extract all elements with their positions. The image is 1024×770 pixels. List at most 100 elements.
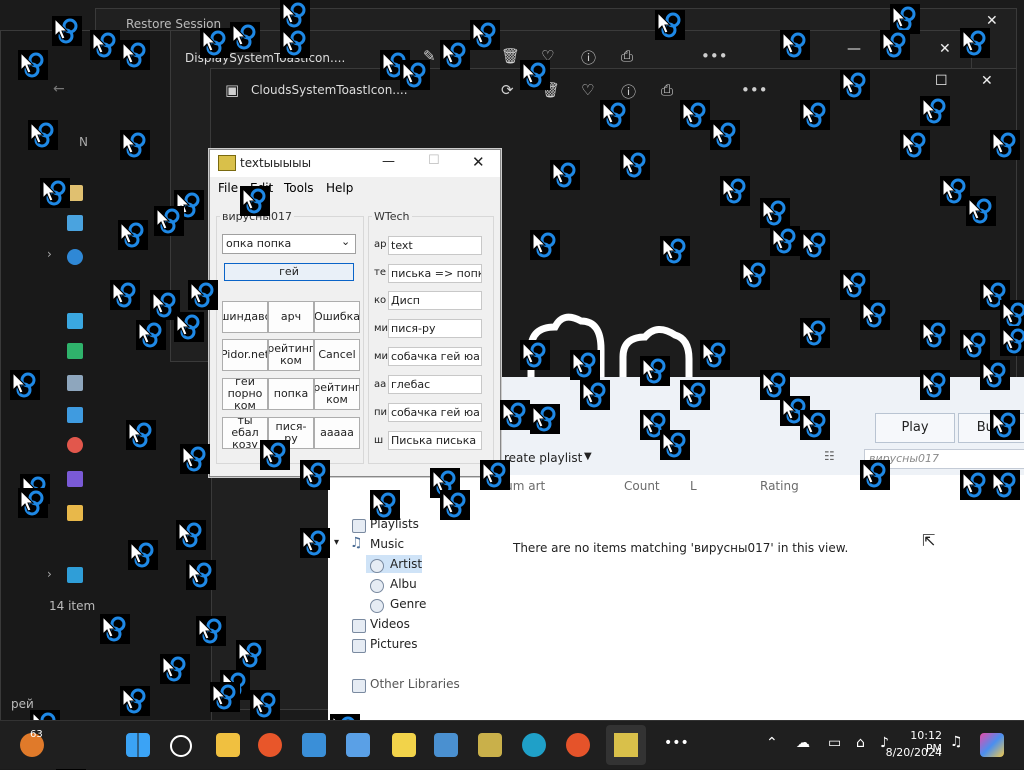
field-input[interactable]: text [388,236,482,255]
display-icon[interactable]: ▭ [828,735,841,751]
downloads-icon[interactable] [67,343,83,359]
info-icon[interactable]: ⓘ [581,47,596,68]
folder-icon[interactable] [67,505,83,521]
library-music[interactable]: Music [370,537,404,551]
toolbox-icon[interactable] [478,733,502,757]
network-icon[interactable]: ☁ [796,735,810,751]
field-input[interactable]: собачка гей юа [388,403,482,422]
genre-icon [370,599,384,613]
cursor-busy-icon [532,405,556,432]
more-icon[interactable]: ••• [701,47,728,65]
firefox-icon[interactable] [258,733,282,757]
documents-icon[interactable] [67,375,83,391]
create-playlist-button[interactable]: reate playlist [504,451,582,465]
library-album[interactable]: Albu [390,577,417,591]
chevron-right-icon[interactable]: › [47,247,52,261]
delete-icon[interactable]: 🗑 [501,47,520,65]
chevron-down-icon[interactable]: ▾ [334,537,339,548]
cursor-busy-icon [20,51,44,78]
maximize-icon[interactable]: ☐ [428,153,440,168]
close-icon[interactable]: ✕ [472,153,485,171]
cursor-busy-icon [532,231,556,258]
close-icon[interactable]: ✕ [939,41,951,57]
button-6[interactable]: Cancel [314,339,360,371]
photos-icon[interactable] [302,733,326,757]
button-3[interactable]: Ошибка [314,301,360,333]
active-app-highlight[interactable] [606,725,646,765]
onedrive-icon[interactable] [67,249,83,265]
combo-box[interactable]: опка попка ⌄ [222,234,356,254]
clock-date[interactable]: 8/20/2024 [884,746,942,759]
button-2[interactable]: арч [268,301,314,333]
column-count[interactable]: Count [624,479,660,493]
bell-icon[interactable]: ♫ [950,734,963,750]
chevron-down-icon[interactable]: ▼ [584,451,592,462]
menu-help[interactable]: Help [326,181,353,195]
column-rating[interactable]: Rating [760,479,799,493]
library-pictures[interactable]: Pictures [370,637,418,651]
glitch-cursor-sprite [300,460,330,490]
button-7[interactable]: гей порно ком [222,378,268,410]
library-videos[interactable]: Videos [370,617,410,631]
library-genre[interactable]: Genre [390,597,426,611]
column-l[interactable]: L [690,479,697,493]
button-5[interactable]: рейтинг ком [268,339,314,371]
menu-tools[interactable]: Tools [284,181,314,195]
pictures-icon[interactable] [67,407,83,423]
help-icon[interactable] [392,733,416,757]
close-icon[interactable]: ✕ [986,13,998,29]
desktop-icon[interactable] [67,313,83,329]
back-arrow-icon[interactable]: ← [53,81,65,97]
field-input[interactable]: собачка гей юа [388,347,482,366]
field-input[interactable]: глебас [388,375,482,394]
maximize-icon[interactable]: ☐ [935,73,948,89]
wifi-icon[interactable]: ⌂ [856,735,865,751]
cursor-busy-icon [302,461,326,488]
this-pc-icon[interactable] [67,567,83,583]
file-explorer-icon[interactable] [216,733,240,757]
more-icon[interactable]: ••• [741,81,768,99]
control-panel-icon[interactable] [434,733,458,757]
button-8[interactable]: попка [268,378,314,410]
field-input[interactable]: писька => попка [388,264,482,283]
edge-icon[interactable] [522,733,546,757]
minimize-icon[interactable]: — [847,41,861,57]
glitch-cursor-sprite [250,690,280,720]
paint-icon[interactable] [346,733,370,757]
copilot-icon[interactable] [980,733,1004,757]
glitch-cursor-sprite [500,400,530,430]
print-icon[interactable]: ⎙ [621,47,633,65]
info-icon[interactable]: ⓘ [621,81,636,102]
minimize-icon[interactable]: — [382,154,395,169]
glitch-cursor-sprite [980,360,1010,390]
start-windows-icon[interactable] [126,733,150,757]
gallery-icon[interactable] [67,215,83,231]
chevron-right-icon[interactable]: › [47,567,52,581]
search-icon[interactable] [170,735,192,757]
rotate-icon[interactable]: ⟳ [501,81,514,99]
print-icon[interactable]: ⎙ [661,81,673,99]
button-4[interactable]: Pidor.net [222,339,268,371]
more-icon[interactable]: ••• [664,735,689,751]
glitch-cursor-sprite [920,370,950,400]
button-9[interactable]: рейтинг ком [314,378,360,410]
play-tab[interactable]: Play [875,413,955,443]
heart-icon[interactable]: ♡ [581,81,594,99]
x-app-icon[interactable] [566,733,590,757]
library-artist[interactable]: Artist [390,557,422,571]
main-button[interactable]: гей [224,263,354,281]
field-input[interactable]: Дисп [388,291,482,310]
button-1[interactable]: шиндавс [222,301,268,333]
music-icon[interactable] [67,437,83,453]
cursor-busy-icon [238,641,262,668]
view-options-icon[interactable]: ☷ [824,449,835,463]
glitch-cursor-sprite [280,28,310,58]
menu-file[interactable]: File [218,181,238,195]
close-icon[interactable]: ✕ [981,73,993,89]
button-12[interactable]: ааааа [314,417,360,449]
chevron-up-icon[interactable]: ⌃ [766,735,778,751]
field-input[interactable]: Писька писька [388,431,482,450]
videos-icon[interactable] [67,471,83,487]
field-input[interactable]: пися-ру [388,319,482,338]
library-other[interactable]: Other Libraries [370,677,460,691]
